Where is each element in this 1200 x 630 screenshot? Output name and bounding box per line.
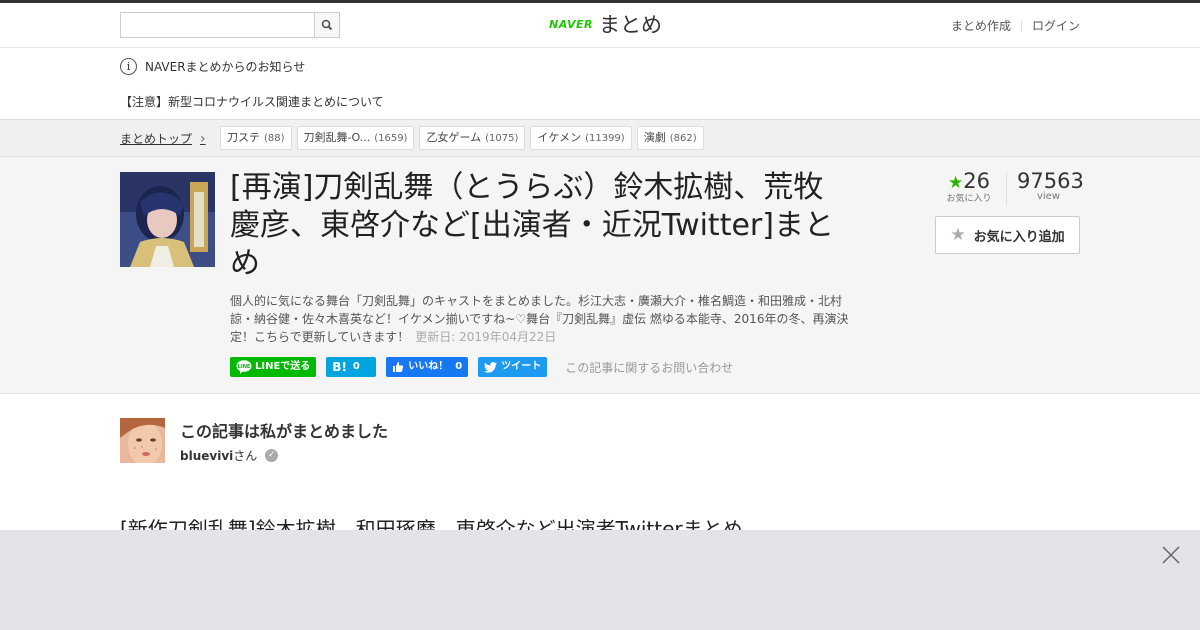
article-title: [再演]刀剣乱舞（とうらぶ）鈴木拡樹、荒牧 慶彦、東啓介など[出演者・近況Twi… [230,170,834,281]
fb-like-label: いいね！ [408,361,449,372]
add-favorite-button[interactable]: ★ お気に入り追加 [935,216,1080,254]
tag-item[interactable]: 刀ステ (88) [220,126,292,150]
create-matome-link[interactable]: まとめ作成 [951,17,1011,34]
tag-label: イケメン [537,131,582,144]
add-favorite-label: お気に入り追加 [973,229,1065,245]
search-input[interactable] [121,13,315,37]
tag-label: 演劇 [643,131,666,144]
avatar[interactable] [120,418,165,463]
views-stat: 97563 view [1017,169,1084,202]
notice-area: i NAVERまとめからのお知らせ 【注意】新型コロナウイルス関連まとめについて [0,48,1200,119]
search-box [120,12,340,38]
logo-matome: まとめ [598,13,662,37]
tag-count: (88) [264,133,285,144]
notice-title: NAVERまとめからのお知らせ [145,60,306,74]
tag-bar: まとめトップ › 刀ステ (88) 刀剣乱舞-O... (1659) 乙女ゲーム (1… [0,119,1200,157]
tag-count: (1659) [374,133,408,144]
contact-link[interactable]: この記事に関するお問い合わせ [565,359,733,376]
line-share-button[interactable]: LINE LINEで送る [230,357,317,377]
article-header: [再演]刀剣乱舞（とうらぶ）鈴木拡樹、荒牧 慶彦、東啓介など[出演者・近況Twi… [0,157,1200,394]
share-bar: LINE LINEで送る B! 0 いいね！ 0 ツイート この記事に関するお問… [230,357,733,377]
header-divider [1020,19,1022,32]
header-links: まとめ作成 ログイン [951,17,1080,34]
tag-label: 刀ステ [227,131,260,144]
tag-label: 乙女ゲーム [426,131,482,144]
chevron-right-icon: › [200,130,206,147]
site-logo[interactable]: NAVER まとめ [549,9,662,39]
tweet-button[interactable]: ツイート [478,357,548,377]
info-icon: i [120,58,137,75]
avatar-image [120,418,165,463]
breadcrumb[interactable]: まとめトップ › [120,130,206,147]
login-link[interactable]: ログイン [1032,17,1080,34]
tag-count: (862) [669,133,697,144]
ad-overlay [0,530,1200,630]
author-name: bluevivi さん ✓ [180,447,480,464]
author-suffix: さん [233,449,258,463]
verified-icon: ✓ [265,449,279,462]
logo-naver: NAVER [549,17,593,31]
hatena-bookmark-button[interactable]: B! 0 [326,357,377,377]
star-icon: ★ [948,173,964,193]
tag-count: (11399) [585,133,625,144]
tag-item[interactable]: イケメン (11399) [530,126,632,150]
author-username[interactable]: bluevivi [180,449,233,463]
thumbs-up-icon [393,362,404,372]
search-icon [321,19,333,31]
notice-header: i NAVERまとめからのお知らせ [120,58,305,75]
tag-count: (1075) [485,133,519,144]
favorites-label: お気に入り [946,194,992,204]
tag-list: 刀ステ (88) 刀剣乱舞-O... (1659) 乙女ゲーム (1075) イケメン… [220,126,709,150]
breadcrumb-top[interactable]: まとめトップ [120,130,192,147]
updated-date: 更新日: 2019年04月22日 [415,330,557,344]
tweet-label: ツイート [501,361,542,372]
tag-label: 刀剣乱舞-O... [303,131,371,144]
article-thumbnail[interactable] [120,172,215,267]
thumbnail-image [120,172,215,267]
facebook-like-button[interactable]: いいね！ 0 [386,357,469,377]
hatena-icon: B! [332,360,347,374]
tag-item[interactable]: 乙女ゲーム (1075) [419,126,526,150]
tag-item[interactable]: 刀剣乱舞-O... (1659) [296,126,415,150]
favorites-stat: ★26 お気に入り [935,169,1003,204]
close-icon[interactable] [1162,546,1180,564]
search-button[interactable] [314,13,339,37]
favorites-count: 26 [963,169,990,193]
star-outline-icon: ★ [950,225,966,245]
hatena-count: 0 [352,361,360,372]
notice-link[interactable]: 【注意】新型コロナウイルス関連まとめについて [120,93,384,110]
author-heading: この記事は私がまとめました [180,422,389,441]
article-description: 個人的に気になる舞台「刀剣乱舞」のキャストをまとめました。杉江大志・廣瀬大介・椎… [230,292,850,346]
line-icon: LINE [236,360,252,374]
views-count: 97563 [1017,169,1084,193]
fb-like-count: 0 [455,361,463,372]
line-share-label: LINEで送る [255,361,311,372]
tag-item[interactable]: 演劇 (862) [636,126,704,150]
stats-divider [1006,173,1007,205]
svg-text:LINE: LINE [238,364,251,370]
twitter-bird-icon [484,361,498,373]
site-header: NAVER まとめ まとめ作成 ログイン [0,3,1200,48]
